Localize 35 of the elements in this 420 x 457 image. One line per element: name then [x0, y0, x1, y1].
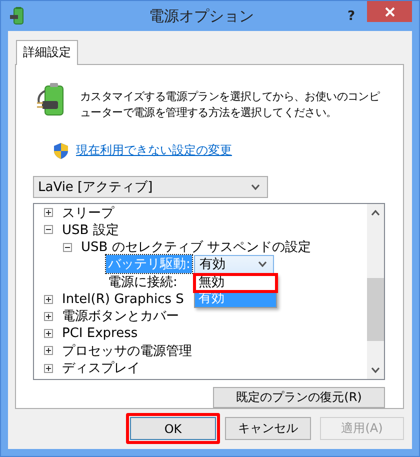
cancel-button[interactable]: キャンセル: [225, 417, 311, 440]
scrollbar-thumb[interactable]: [367, 278, 384, 341]
tree-item[interactable]: プロセッサの電源管理: [62, 342, 192, 360]
help-button[interactable]: ?: [347, 8, 355, 24]
ok-button[interactable]: OK: [130, 417, 216, 440]
dropdown-option[interactable]: 無効: [195, 274, 276, 291]
expand-icon[interactable]: [44, 208, 53, 218]
restore-button[interactable]: 既定のプランの復元(R): [213, 387, 385, 408]
tree-item[interactable]: Intel(R) Graphics S: [62, 292, 184, 307]
settings-link[interactable]: 現在利用できない設定の変更: [76, 142, 232, 159]
window-title: 電源オプション: [148, 6, 256, 26]
collapse-icon[interactable]: [63, 242, 72, 252]
tree-item[interactable]: USB 設定: [62, 220, 119, 239]
close-button[interactable]: [367, 1, 412, 22]
expand-icon[interactable]: [44, 329, 53, 338]
chevron-icon: [251, 184, 260, 190]
expand-icon[interactable]: [44, 294, 53, 304]
expand-icon[interactable]: [44, 364, 53, 373]
expand-icon[interactable]: [44, 312, 53, 321]
shield-icon: [54, 142, 68, 158]
chevron-icon: [258, 261, 268, 268]
close-icon: [384, 6, 394, 16]
battery-plug-icon: [10, 7, 26, 25]
tab[interactable]: 詳細設定: [16, 40, 78, 65]
expand-icon[interactable]: [44, 346, 53, 356]
tree-item[interactable]: PCI Express: [62, 326, 138, 342]
plan-dropdown[interactable]: LaVie [アクティブ]: [33, 176, 268, 198]
collapse-icon[interactable]: [44, 225, 53, 234]
tree-item[interactable]: スリープ: [62, 204, 114, 222]
scrollbar[interactable]: [367, 204, 384, 379]
tree-item[interactable]: ディスプレイ: [62, 359, 140, 378]
setting-label[interactable]: 電源に接続:: [106, 272, 180, 291]
description-text: カスタマイズする電源プランを選択してから、お使いのコンピューターで電源を管理する方法を選択してください。: [80, 89, 381, 121]
tree-item[interactable]: 電源ボタンとカバー: [62, 307, 179, 326]
tree-item[interactable]: USB のセレクティブ サスペンドの設定: [81, 238, 311, 256]
